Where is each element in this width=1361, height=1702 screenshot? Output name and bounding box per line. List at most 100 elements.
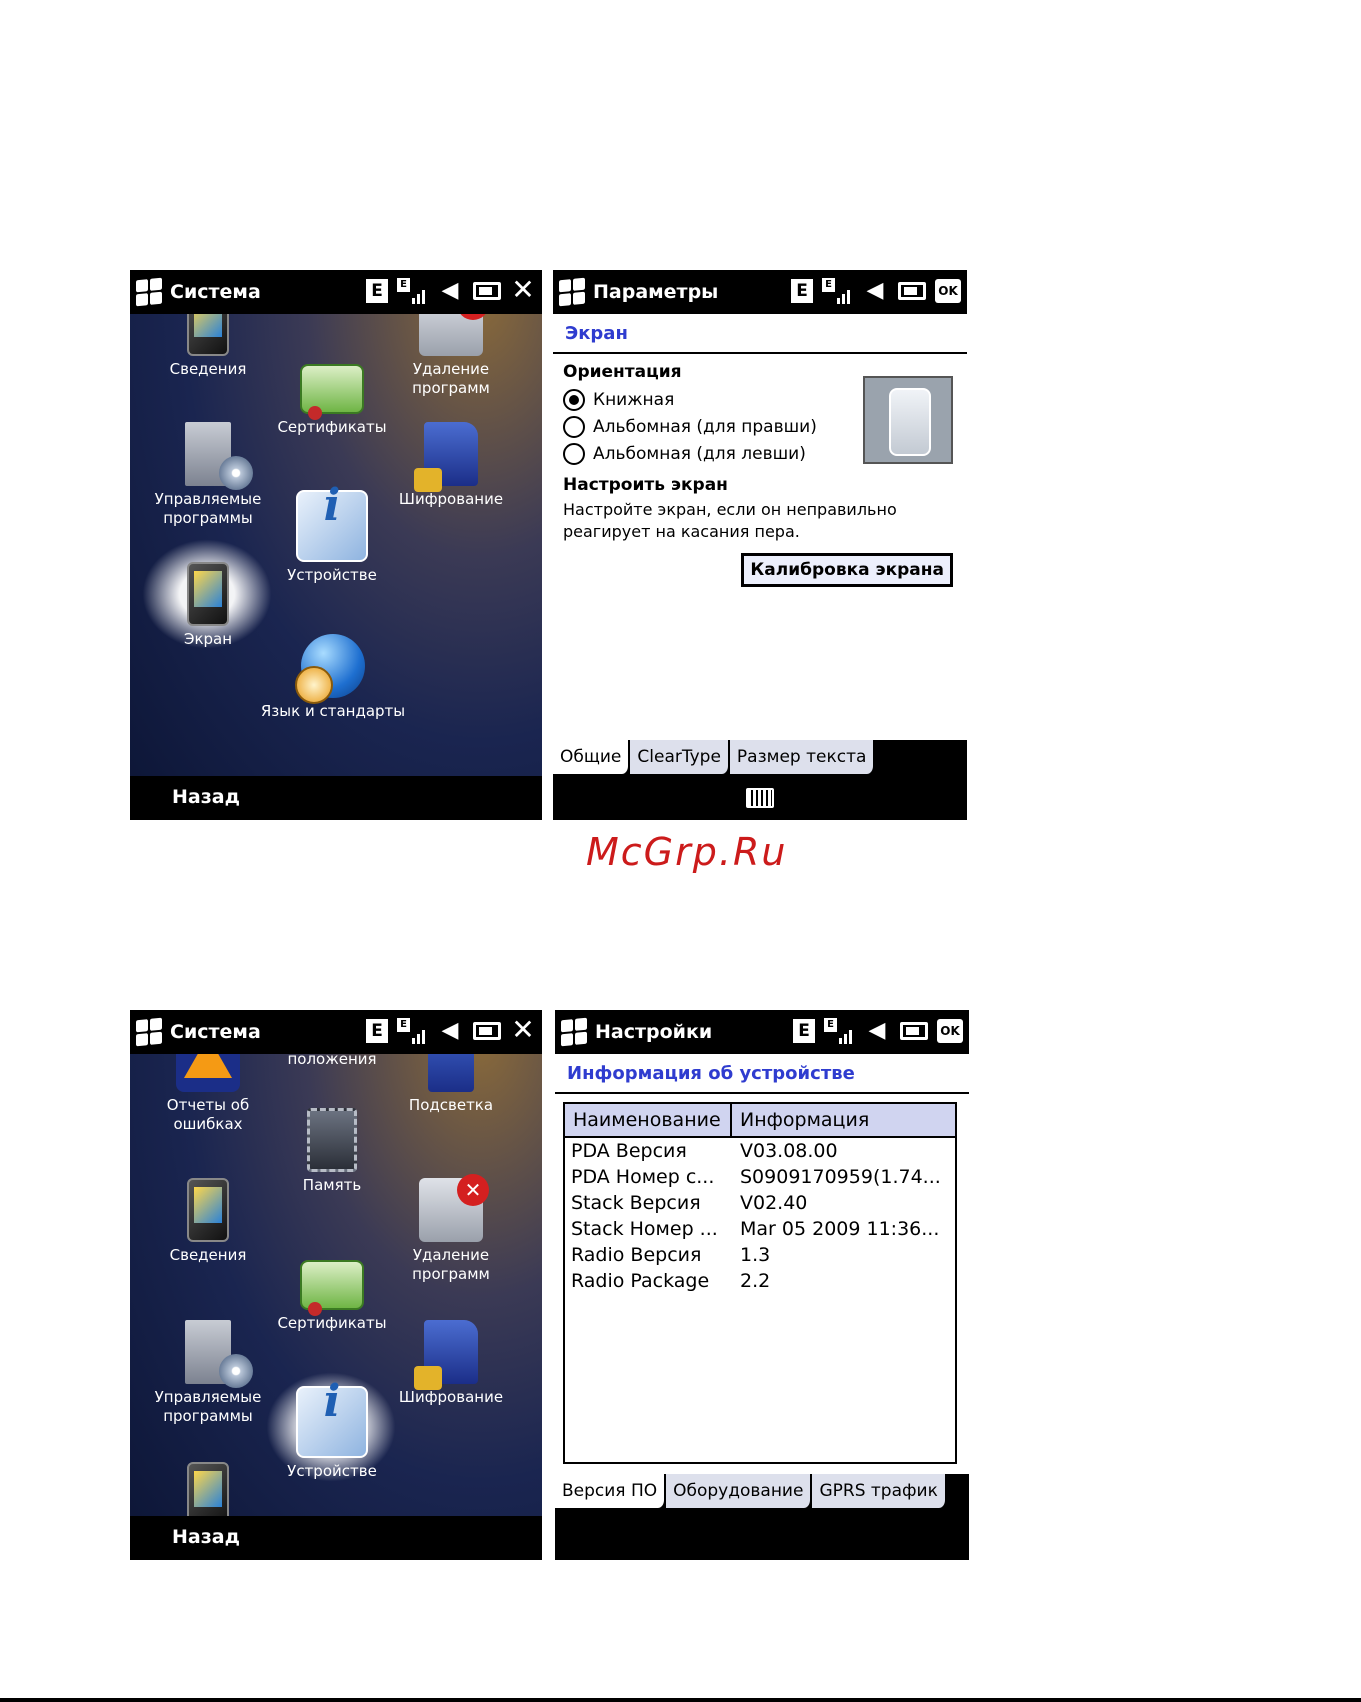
icon-encryption[interactable]: Шифрование <box>386 422 516 509</box>
calibrate-button[interactable]: Калибровка экрана <box>741 553 953 587</box>
status-icons: E E ◀ OK <box>793 1018 963 1044</box>
tab-general[interactable]: Общие <box>553 740 631 774</box>
tab-hardware[interactable]: Оборудование <box>666 1474 813 1508</box>
icon-memory[interactable]: Память <box>262 1108 402 1195</box>
radio-label: Книжная <box>593 389 675 410</box>
certificate-icon <box>300 364 364 420</box>
icon-encryption[interactable]: Шифрование <box>386 1320 516 1407</box>
column-header-name[interactable]: Наименование <box>565 1104 732 1136</box>
back-softkey[interactable]: Назад <box>172 1526 240 1548</box>
settings-icon-grid: положения Отчеты об ошибках Подсветка Па… <box>130 1054 542 1516</box>
start-icon[interactable] <box>561 1017 587 1047</box>
edge-icon[interactable]: E <box>791 279 813 303</box>
table-row[interactable]: PDA Версия V03.08.00 <box>565 1138 955 1164</box>
icon-managed-programs[interactable]: Управляемые программы <box>138 1320 278 1426</box>
page-title: Информация об устройстве <box>555 1054 969 1094</box>
radio-button-selected[interactable] <box>563 388 585 411</box>
radio-label: Альбомная (для левши) <box>593 443 806 464</box>
speaker-muted-icon[interactable]: ◀ <box>861 278 889 304</box>
settings-icon-grid: Сведения Удаление программ Сертификаты У… <box>130 314 542 776</box>
icon-info[interactable]: Сведения <box>138 314 278 379</box>
icon-error-reports[interactable]: Отчеты об ошибках <box>138 1054 278 1134</box>
screen-icon <box>187 562 229 626</box>
title-bar: Система E E ◀ ✕ <box>130 270 542 314</box>
icon-device[interactable]: Устройстве <box>262 490 402 585</box>
table-row[interactable]: PDA Номер с... S0909170959(1.74... <box>565 1164 955 1190</box>
icon-label: Устройстве <box>287 1462 377 1480</box>
tab-gprs-traffic[interactable]: GPRS трафик <box>812 1474 947 1508</box>
align-heading: Настроить экран <box>563 475 728 495</box>
icon-certificates[interactable]: Сертификаты <box>262 1250 402 1333</box>
radio-label: Альбомная (для правши) <box>593 416 817 437</box>
radio-button[interactable] <box>563 442 585 465</box>
speaker-muted-icon[interactable]: ◀ <box>436 1018 464 1044</box>
softkey-bar <box>555 1510 969 1560</box>
icon-info[interactable]: Сведения <box>138 1178 278 1265</box>
table-row[interactable]: Stack Номер ... Mar 05 2009 11:36... <box>565 1216 955 1242</box>
signal-icon[interactable]: E <box>397 278 427 304</box>
icon-backlight[interactable]: Подсветка <box>386 1054 516 1115</box>
error-report-icon <box>176 1054 240 1092</box>
cell-name: Stack Версия <box>571 1192 701 1214</box>
manual-page: Система E E ◀ ✕ Сведения Удаление програ… <box>0 0 1361 1702</box>
phone-info-icon <box>187 1178 229 1242</box>
ok-button[interactable]: OK <box>937 1019 963 1043</box>
memory-icon <box>307 1108 357 1172</box>
table-row[interactable]: Radio Версия 1.3 <box>565 1242 955 1268</box>
icon-certificates[interactable]: Сертификаты <box>262 354 402 437</box>
cell-name: PDA Номер с... <box>571 1166 715 1188</box>
battery-full-icon[interactable] <box>900 1022 928 1040</box>
signal-icon[interactable]: E <box>397 1018 427 1044</box>
tab-software-version[interactable]: Версия ПО <box>555 1474 667 1508</box>
cell-name: Stack Номер ... <box>571 1218 718 1240</box>
device-info-icon <box>296 1386 368 1458</box>
icon-device[interactable]: Устройстве <box>262 1386 402 1481</box>
edge-icon[interactable]: E <box>366 279 388 303</box>
softkey-bar: Назад <box>130 1516 542 1560</box>
start-icon[interactable] <box>136 277 162 307</box>
battery-icon[interactable] <box>898 282 926 300</box>
tab-cleartype[interactable]: ClearType <box>630 740 730 774</box>
title-bar: Параметры E E ◀ OK <box>553 270 967 314</box>
speaker-muted-icon[interactable]: ◀ <box>436 278 464 304</box>
close-icon[interactable]: ✕ <box>510 276 536 304</box>
window-title: Система <box>170 281 261 303</box>
icon-managed-programs[interactable]: Управляемые программы <box>138 422 278 528</box>
icon-label: Сведения <box>169 1246 247 1264</box>
watermark: McGrp.Ru <box>586 830 788 874</box>
table-header: Наименование Информация <box>565 1104 955 1138</box>
tab-text-size[interactable]: Размер текста <box>729 740 876 774</box>
icon-label: Язык и стандарты <box>260 702 406 720</box>
signal-icon[interactable]: E <box>824 1018 854 1044</box>
battery-icon[interactable] <box>473 282 501 300</box>
battery-icon[interactable] <box>473 1022 501 1040</box>
icon-screen-partial[interactable] <box>138 1462 278 1516</box>
tab-strip: Версия ПО Оборудование GPRS трафик <box>555 1474 969 1510</box>
icon-remove-programs[interactable]: Удаление программ <box>386 1174 516 1284</box>
cell-value: 2.2 <box>740 1270 771 1292</box>
orientation-device-icon <box>863 376 953 464</box>
column-header-info[interactable]: Информация <box>732 1104 869 1136</box>
edge-icon[interactable]: E <box>366 1019 388 1043</box>
back-softkey[interactable]: Назад <box>172 786 240 808</box>
table-row[interactable]: Stack Версия V02.40 <box>565 1190 955 1216</box>
device-info-table: Наименование Информация PDA Версия V03.0… <box>563 1102 957 1464</box>
encryption-icon <box>414 1320 478 1390</box>
speaker-muted-icon[interactable]: ◀ <box>863 1018 891 1044</box>
cell-value: S0909170959(1.74... <box>740 1166 941 1188</box>
keyboard-icon[interactable] <box>746 788 774 808</box>
close-icon[interactable]: ✕ <box>510 1016 536 1044</box>
table-row[interactable]: Radio Package 2.2 <box>565 1268 955 1294</box>
icon-remove-programs[interactable]: Удаление программ <box>386 314 516 398</box>
start-icon[interactable] <box>559 277 585 307</box>
radio-button[interactable] <box>563 415 585 438</box>
signal-icon[interactable]: E <box>822 278 852 304</box>
calibrate-wrap: Калибровка экрана <box>563 553 957 587</box>
title-bar: Настройки E E ◀ OK <box>555 1010 969 1054</box>
ok-button[interactable]: OK <box>935 279 961 303</box>
window-title: Настройки <box>595 1021 713 1043</box>
icon-regional-settings[interactable]: Язык и стандарты <box>254 634 412 721</box>
screen-settings-body: Ориентация Книжная Альбомная (для правши… <box>553 354 967 741</box>
start-icon[interactable] <box>136 1017 162 1047</box>
edge-icon[interactable]: E <box>793 1019 815 1043</box>
